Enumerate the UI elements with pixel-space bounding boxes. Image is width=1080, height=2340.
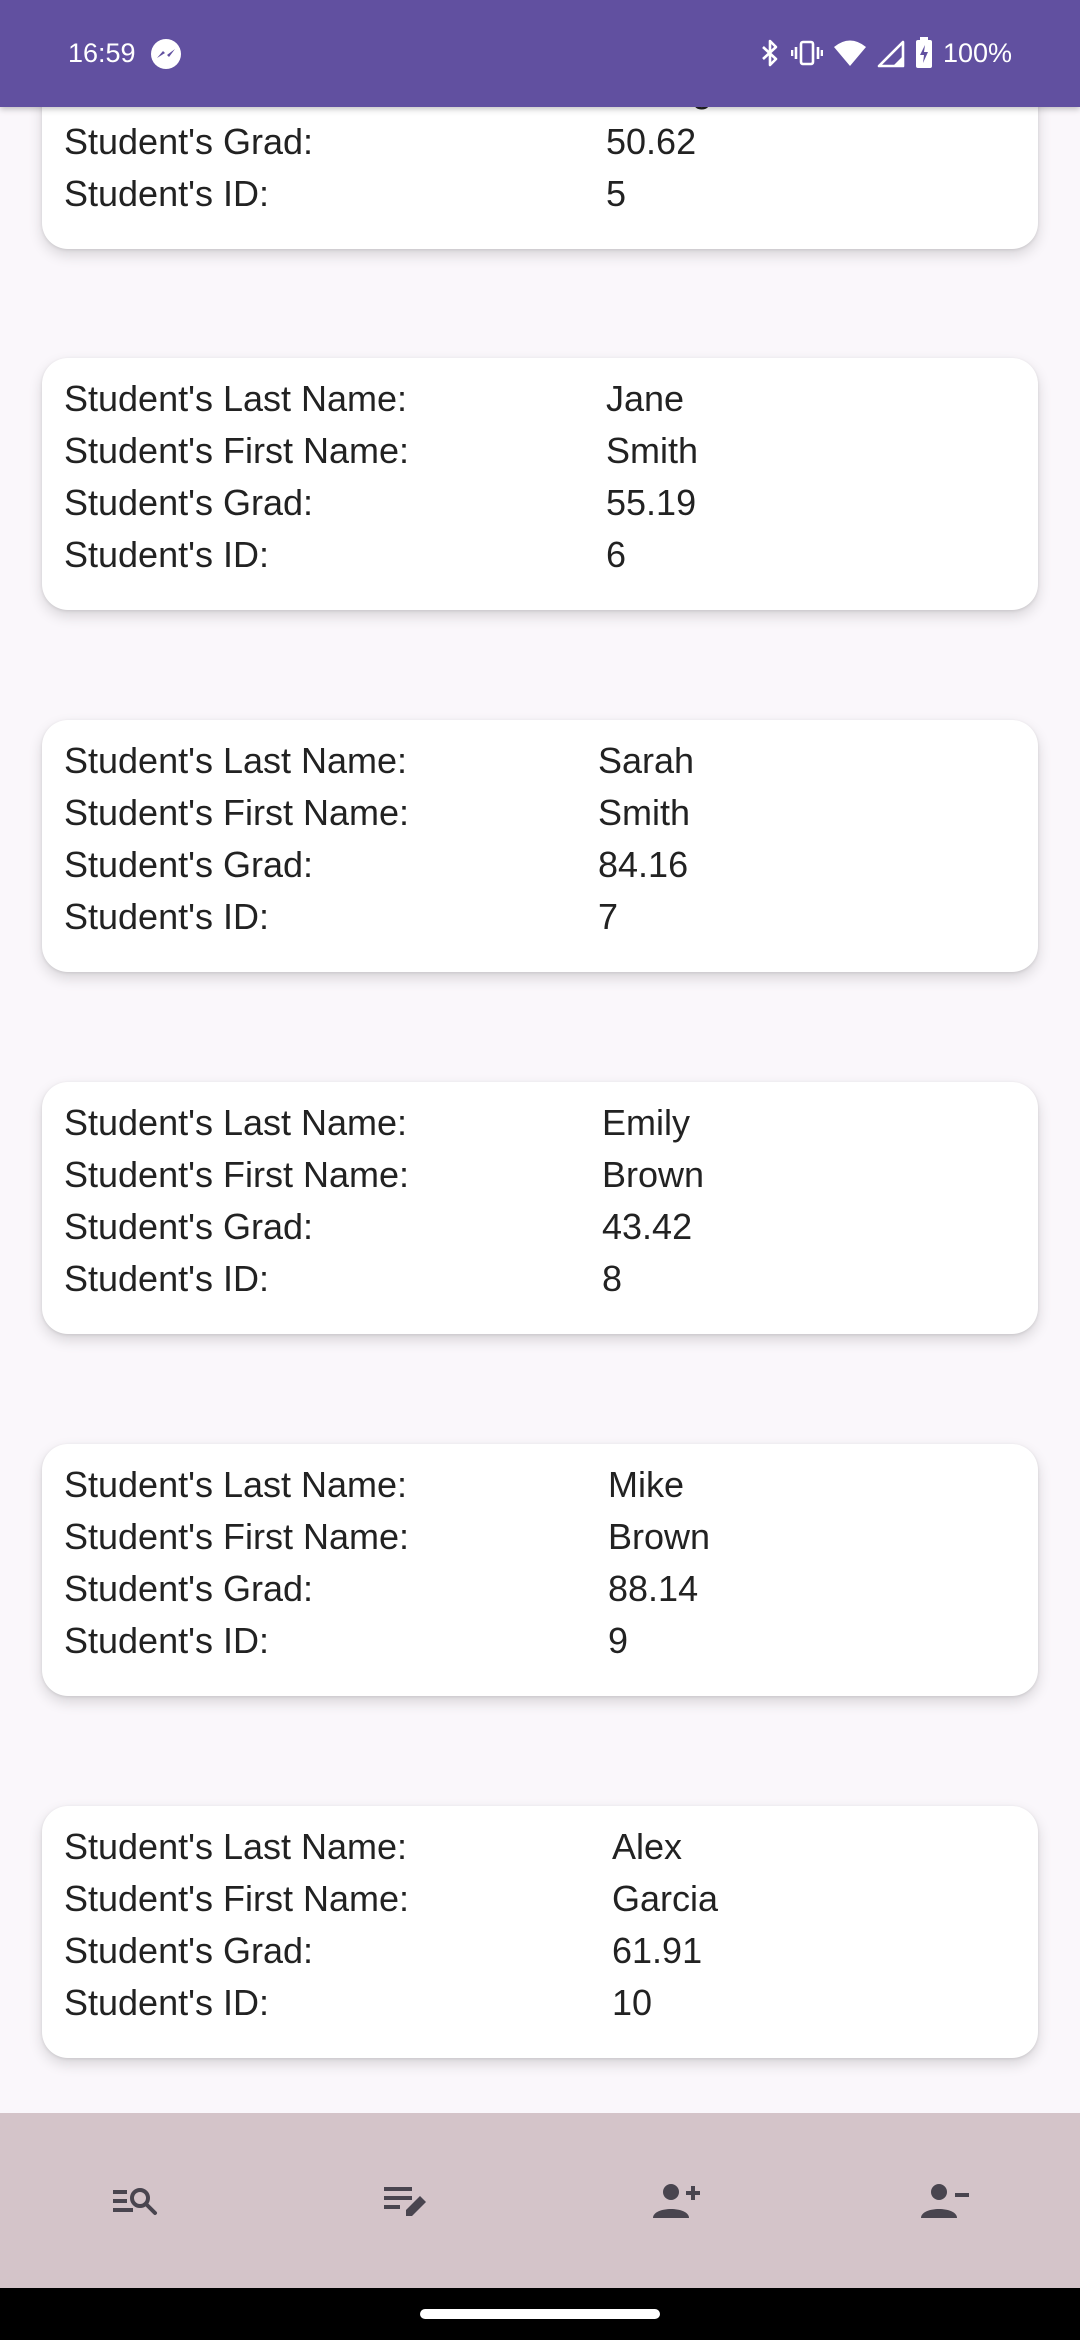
gesture-navigation-bar xyxy=(0,2288,1080,2340)
id-label: Student's ID: xyxy=(64,1620,269,1661)
id-label: Student's ID: xyxy=(64,534,269,575)
first-name-row: Student's First Name: Smith xyxy=(64,787,1024,839)
last-name-label: Student's Last Name: xyxy=(64,1826,408,1867)
first-name-row: Student's First Name: Brown xyxy=(64,1511,1024,1563)
grad-value: 88.14 xyxy=(608,1568,699,1609)
grad-label: Student's Grad: xyxy=(64,482,314,523)
status-icons: 100% xyxy=(759,36,1012,70)
last-name-row: Student's Last Name: Jane xyxy=(64,373,1024,425)
status-bar: 16:59 100% xyxy=(0,0,1080,107)
id-value: 5 xyxy=(606,173,627,214)
student-list[interactable]: Student's Last Name: Rodriguez Student's… xyxy=(0,107,1080,2113)
grad-value: 50.62 xyxy=(606,121,697,162)
bottom-navigation xyxy=(0,2113,1080,2288)
grad-label: Student's Grad: xyxy=(64,1206,314,1247)
last-name-label: Student's Last Name: xyxy=(64,1102,408,1143)
nav-remove-student-button[interactable] xyxy=(810,2113,1080,2288)
id-row: Student's ID: 9 xyxy=(64,1615,1024,1667)
last-name-value: Rodriguez xyxy=(606,107,770,116)
grad-row: Student's Grad: 55.19 xyxy=(64,477,1024,529)
first-name-label: Student's First Name: xyxy=(64,1516,409,1557)
first-name-value: Brown xyxy=(602,1154,705,1195)
grad-row: Student's Grad: 61.91 xyxy=(64,1925,1024,1977)
id-row: Student's ID: 7 xyxy=(64,891,1024,943)
first-name-label: Student's First Name: xyxy=(64,1154,409,1195)
nav-add-student-button[interactable] xyxy=(540,2113,810,2288)
first-name-row: Student's First Name: Smith xyxy=(64,425,1024,477)
grad-value: 84.16 xyxy=(598,844,689,885)
last-name-value: Sarah xyxy=(598,740,695,781)
first-name-value: Smith xyxy=(598,792,691,833)
grad-label: Student's Grad: xyxy=(64,121,314,162)
id-label: Student's ID: xyxy=(64,173,269,214)
search-list-icon xyxy=(113,2187,157,2215)
id-value: 6 xyxy=(606,534,627,575)
last-name-row: Student's Last Name: Alex xyxy=(64,1821,1024,1873)
battery-charging-icon xyxy=(915,37,932,68)
last-name-label: Student's Last Name: xyxy=(64,1464,408,1505)
first-name-label: Student's First Name: xyxy=(64,792,409,833)
first-name-value: Garcia xyxy=(612,1878,719,1919)
nav-edit-students-button[interactable] xyxy=(270,2113,540,2288)
student-card[interactable]: Student's Last Name: Jane Student's Firs… xyxy=(42,358,1038,610)
grad-label: Student's Grad: xyxy=(64,1568,314,1609)
id-value: 7 xyxy=(598,896,619,937)
last-name-label: Student's Last Name: xyxy=(64,107,407,116)
nav-search-students-button[interactable] xyxy=(0,2113,270,2288)
first-name-label: Student's First Name: xyxy=(64,430,409,471)
student-card[interactable]: Student's Last Name: Mike Student's Firs… xyxy=(42,1444,1038,1696)
grad-value: 43.42 xyxy=(602,1206,693,1247)
edit-list-icon xyxy=(384,2186,426,2216)
last-name-row: Student's Last Name: Sarah xyxy=(64,735,1024,787)
last-name-row: Student's Last Name: Mike xyxy=(64,1459,1024,1511)
first-name-value: Brown xyxy=(608,1516,711,1557)
grad-row: Student's Grad: 43.42 xyxy=(64,1201,1024,1253)
last-name-label: Student's Last Name: xyxy=(64,740,408,781)
vibrate-icon xyxy=(790,40,823,66)
student-card[interactable]: Student's Last Name: Emily Student's Fir… xyxy=(42,1082,1038,1334)
student-card[interactable]: Student's Last Name: Rodriguez Student's… xyxy=(42,107,1038,249)
id-value: 9 xyxy=(608,1620,629,1661)
last-name-label: Student's Last Name: xyxy=(64,378,408,419)
grad-row: Student's Grad: 88.14 xyxy=(64,1563,1024,1615)
id-value: 8 xyxy=(602,1258,623,1299)
id-label: Student's ID: xyxy=(64,1258,269,1299)
last-name-row: Student's Last Name: Rodriguez xyxy=(64,107,1024,116)
first-name-row: Student's First Name: Garcia xyxy=(64,1873,1024,1925)
add-person-icon xyxy=(653,2183,700,2218)
signal-icon xyxy=(877,40,905,68)
remove-person-icon xyxy=(921,2183,969,2218)
id-row: Student's ID: 5 xyxy=(64,168,1024,220)
status-time: 16:59 xyxy=(68,38,136,68)
grad-label: Student's Grad: xyxy=(64,844,314,885)
id-row: Student's ID: 10 xyxy=(64,1977,1024,2029)
first-name-label: Student's First Name: xyxy=(64,1878,409,1919)
last-name-row: Student's Last Name: Emily xyxy=(64,1097,1024,1149)
last-name-value: Alex xyxy=(612,1826,683,1867)
grad-value: 55.19 xyxy=(606,482,697,523)
id-row: Student's ID: 8 xyxy=(64,1253,1024,1305)
first-name-value: Smith xyxy=(606,430,699,471)
last-name-value: Emily xyxy=(602,1102,690,1143)
wifi-icon xyxy=(833,40,866,66)
last-name-value: Mike xyxy=(608,1464,685,1505)
battery-percentage: 100% xyxy=(942,38,1012,68)
last-name-value: Jane xyxy=(606,378,685,419)
grad-value: 61.91 xyxy=(612,1930,703,1971)
first-name-row: Student's First Name: Brown xyxy=(64,1149,1024,1201)
id-value: 10 xyxy=(612,1982,653,2023)
id-row: Student's ID: 6 xyxy=(64,529,1024,581)
grad-label: Student's Grad: xyxy=(64,1930,314,1971)
student-card[interactable]: Student's Last Name: Alex Student's Firs… xyxy=(42,1806,1038,2058)
bluetooth-icon xyxy=(762,39,778,67)
id-label: Student's ID: xyxy=(64,896,269,937)
id-label: Student's ID: xyxy=(64,1982,269,2023)
grad-row: Student's Grad: 50.62 xyxy=(64,116,1024,168)
student-card[interactable]: Student's Last Name: Sarah Student's Fir… xyxy=(42,720,1038,972)
messenger-icon xyxy=(151,39,181,69)
grad-row: Student's Grad: 84.16 xyxy=(64,839,1024,891)
home-gesture-handle[interactable] xyxy=(420,2309,660,2319)
